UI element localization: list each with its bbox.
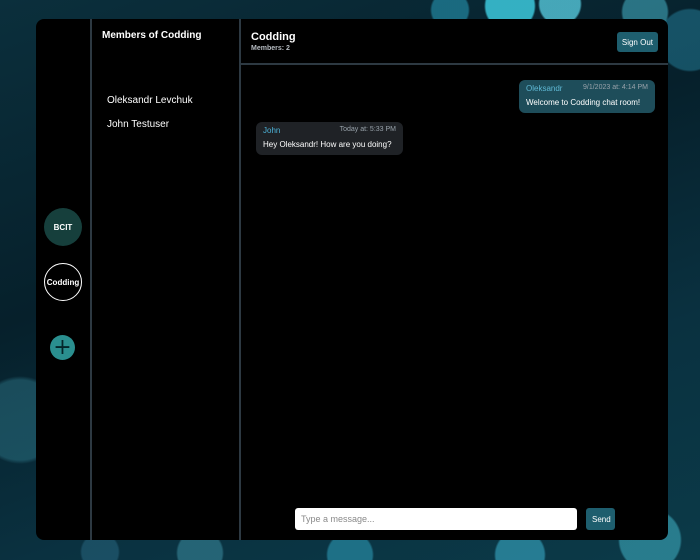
server-codding-button[interactable]: Codding [44, 263, 82, 301]
members-count: Members: 2 [251, 45, 290, 52]
message-composer: Send [295, 508, 615, 530]
server-bcit-button[interactable]: BCIT [44, 208, 82, 246]
add-server-button[interactable]: + [50, 335, 75, 360]
chat-panel: Codding Members: 2 Sign Out Oleksandr 9/… [241, 19, 668, 540]
message-timestamp: 9/1/2023 at: 4:14 PM [583, 84, 648, 91]
server-codding-label: Codding [46, 277, 80, 287]
chat-header: Codding Members: 2 Sign Out [241, 19, 668, 65]
message-text: Hey Oleksandr! How are you doing? [263, 140, 392, 149]
message-bubble-sent: Oleksandr 9/1/2023 at: 4:14 PM Welcome t… [519, 80, 655, 113]
message-input[interactable] [295, 508, 577, 530]
message-bubble-received: John Today at: 5:33 PM Hey Oleksandr! Ho… [256, 122, 403, 155]
server-bcit-label: BCIT [53, 222, 73, 232]
chat-app-window: BCIT Codding + Members of Codding Oleksa… [36, 19, 668, 540]
chat-title: Codding [251, 31, 296, 43]
message-timestamp: Today at: 5:33 PM [339, 126, 396, 133]
send-button[interactable]: Send [586, 508, 615, 530]
members-panel-title: Members of Codding [102, 30, 202, 41]
message-author: John [263, 126, 281, 135]
message-author: Oleksandr [526, 84, 563, 93]
server-rail: BCIT Codding + [36, 19, 92, 540]
message-text: Welcome to Codding chat room! [526, 98, 641, 107]
sign-out-button[interactable]: Sign Out [616, 32, 658, 52]
member-item[interactable]: John Testuser [107, 119, 169, 130]
member-item[interactable]: Oleksandr Levchuk [107, 95, 193, 106]
plus-icon: + [53, 334, 72, 360]
members-panel: Members of Codding Oleksandr Levchuk Joh… [92, 19, 241, 540]
